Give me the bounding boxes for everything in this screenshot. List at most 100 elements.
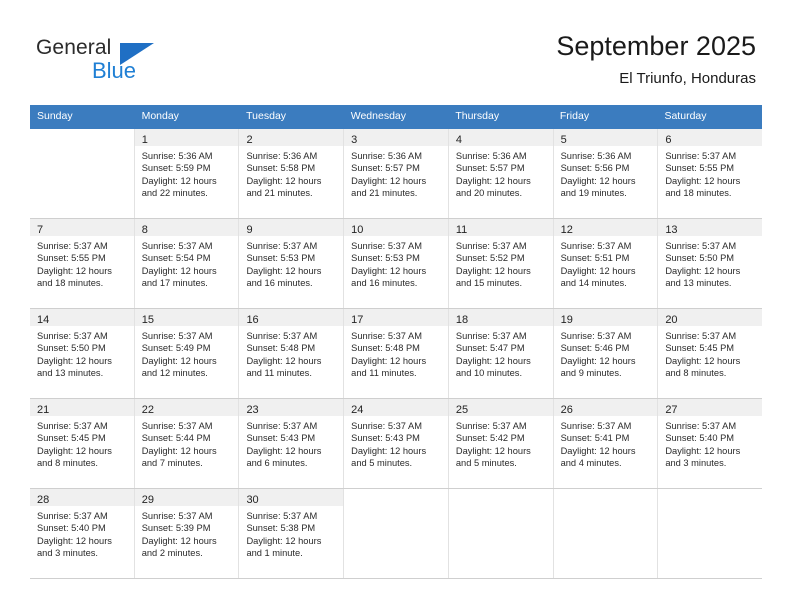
daylight-text-line2: and 16 minutes.	[351, 277, 418, 288]
day-details: Sunrise: 5:37 AM Sunset: 5:43 PM Dayligh…	[239, 416, 343, 469]
sunrise-text: Sunrise: 5:36 AM	[246, 151, 318, 161]
day-details	[554, 506, 658, 510]
day-number-band: 6	[658, 129, 763, 146]
day-cell[interactable]: 12 Sunrise: 5:37 AM Sunset: 5:51 PM Dayl…	[553, 219, 659, 308]
sunrise-text: Sunrise: 5:37 AM	[37, 331, 108, 341]
sunset-text: Sunset: 5:41 PM	[560, 433, 630, 444]
daylight-text-line2: and 3 minutes.	[37, 547, 98, 558]
day-number: 23	[246, 404, 259, 416]
day-number: 15	[141, 314, 154, 326]
day-details: Sunrise: 5:37 AM Sunset: 5:47 PM Dayligh…	[449, 326, 553, 379]
day-details: Sunrise: 5:37 AM Sunset: 5:46 PM Dayligh…	[554, 326, 658, 379]
day-cell[interactable]	[30, 129, 135, 218]
day-number: 28	[37, 494, 50, 506]
day-cell[interactable]: 19 Sunrise: 5:37 AM Sunset: 5:46 PM Dayl…	[553, 309, 659, 398]
day-cell[interactable]: 28 Sunrise: 5:37 AM Sunset: 5:40 PM Dayl…	[30, 489, 135, 578]
day-cell[interactable]: 6 Sunrise: 5:37 AM Sunset: 5:55 PM Dayli…	[658, 129, 763, 218]
day-cell[interactable]: 27 Sunrise: 5:37 AM Sunset: 5:40 PM Dayl…	[658, 399, 763, 488]
day-cell[interactable]: 16 Sunrise: 5:37 AM Sunset: 5:48 PM Dayl…	[239, 309, 345, 398]
day-number-band: 18	[448, 309, 553, 326]
day-details: Sunrise: 5:36 AM Sunset: 5:58 PM Dayligh…	[239, 146, 343, 199]
sunrise-text: Sunrise: 5:37 AM	[141, 511, 213, 521]
sunrise-text: Sunrise: 5:37 AM	[665, 241, 737, 251]
daylight-text-line2: and 5 minutes.	[351, 457, 413, 468]
sunrise-text: Sunrise: 5:37 AM	[455, 331, 527, 341]
day-number-band: 17	[344, 309, 448, 326]
daylight-text-line2: and 13 minutes.	[37, 367, 104, 378]
sunset-text: Sunset: 5:58 PM	[246, 163, 316, 174]
day-cell[interactable]: 26 Sunrise: 5:37 AM Sunset: 5:41 PM Dayl…	[553, 399, 659, 488]
daylight-text-line2: and 21 minutes.	[246, 187, 313, 198]
day-number: 30	[246, 494, 259, 506]
day-details	[344, 506, 448, 510]
sunset-text: Sunset: 5:47 PM	[455, 343, 525, 354]
day-number-band: 24	[344, 399, 448, 416]
day-cell[interactable]: 9 Sunrise: 5:37 AM Sunset: 5:53 PM Dayli…	[239, 219, 345, 308]
day-cell[interactable]: 24 Sunrise: 5:37 AM Sunset: 5:43 PM Dayl…	[344, 399, 449, 488]
day-cell[interactable]: 8 Sunrise: 5:37 AM Sunset: 5:54 PM Dayli…	[134, 219, 240, 308]
day-details	[658, 506, 762, 510]
sunset-text: Sunset: 5:48 PM	[351, 343, 420, 354]
sunset-text: Sunset: 5:53 PM	[246, 253, 316, 264]
page-subtitle-location: El Triunfo, Honduras	[619, 70, 756, 87]
day-cell[interactable]: 22 Sunrise: 5:37 AM Sunset: 5:44 PM Dayl…	[134, 399, 240, 488]
day-details: Sunrise: 5:37 AM Sunset: 5:40 PM Dayligh…	[658, 416, 762, 469]
week-row: 21 Sunrise: 5:37 AM Sunset: 5:45 PM Dayl…	[30, 399, 763, 489]
day-cell[interactable]: 25 Sunrise: 5:37 AM Sunset: 5:42 PM Dayl…	[448, 399, 554, 488]
daylight-text-line2: and 4 minutes.	[560, 457, 622, 468]
day-cell[interactable]: 5 Sunrise: 5:36 AM Sunset: 5:56 PM Dayli…	[553, 129, 659, 218]
daylight-text-line2: and 8 minutes.	[37, 457, 98, 468]
daylight-text-line2: and 16 minutes.	[246, 277, 313, 288]
day-cell[interactable]: 11 Sunrise: 5:37 AM Sunset: 5:52 PM Dayl…	[448, 219, 554, 308]
day-cell[interactable]: 21 Sunrise: 5:37 AM Sunset: 5:45 PM Dayl…	[30, 399, 135, 488]
sunset-text: Sunset: 5:45 PM	[37, 433, 106, 444]
day-cell[interactable]: 1 Sunrise: 5:36 AM Sunset: 5:59 PM Dayli…	[134, 129, 240, 218]
daylight-text-line1: Daylight: 12 hours	[560, 355, 636, 366]
day-details: Sunrise: 5:37 AM Sunset: 5:49 PM Dayligh…	[135, 326, 239, 379]
daylight-text-line1: Daylight: 12 hours	[141, 355, 217, 366]
daylight-text-line2: and 11 minutes.	[246, 367, 312, 378]
logo-text-blue: Blue	[92, 58, 137, 83]
sunset-text: Sunset: 5:52 PM	[455, 253, 525, 264]
daylight-text-line1: Daylight: 12 hours	[455, 265, 531, 276]
day-cell[interactable]: 20 Sunrise: 5:37 AM Sunset: 5:45 PM Dayl…	[658, 309, 763, 398]
day-number: 7	[37, 224, 44, 236]
general-blue-logo[interactable]: General Blue	[36, 36, 216, 88]
day-cell[interactable]: 14 Sunrise: 5:37 AM Sunset: 5:50 PM Dayl…	[30, 309, 135, 398]
day-cell[interactable]: 17 Sunrise: 5:37 AM Sunset: 5:48 PM Dayl…	[344, 309, 449, 398]
day-cell[interactable]: 13 Sunrise: 5:37 AM Sunset: 5:50 PM Dayl…	[658, 219, 763, 308]
day-details: Sunrise: 5:36 AM Sunset: 5:57 PM Dayligh…	[449, 146, 553, 199]
day-cell[interactable]: 23 Sunrise: 5:37 AM Sunset: 5:43 PM Dayl…	[239, 399, 345, 488]
day-number: 19	[560, 314, 573, 326]
day-cell[interactable]	[658, 489, 763, 578]
daylight-text-line2: and 13 minutes.	[665, 277, 732, 288]
sunrise-text: Sunrise: 5:37 AM	[37, 511, 108, 521]
sunset-text: Sunset: 5:40 PM	[37, 523, 106, 534]
day-cell[interactable]: 29 Sunrise: 5:37 AM Sunset: 5:39 PM Dayl…	[134, 489, 240, 578]
daylight-text-line2: and 11 minutes.	[351, 367, 417, 378]
day-cell[interactable]: 4 Sunrise: 5:36 AM Sunset: 5:57 PM Dayli…	[448, 129, 554, 218]
day-number: 4	[455, 134, 462, 146]
day-cell[interactable]: 10 Sunrise: 5:37 AM Sunset: 5:53 PM Dayl…	[344, 219, 449, 308]
day-cell[interactable]	[448, 489, 554, 578]
day-cell[interactable]: 18 Sunrise: 5:37 AM Sunset: 5:47 PM Dayl…	[448, 309, 554, 398]
day-number: 25	[455, 404, 469, 416]
page-title: September 2025	[556, 31, 756, 61]
day-number-band: 26	[553, 399, 658, 416]
day-cell[interactable]: 2 Sunrise: 5:36 AM Sunset: 5:58 PM Dayli…	[239, 129, 345, 218]
daylight-text-line2: and 12 minutes.	[141, 367, 208, 378]
sunrise-text: Sunrise: 5:37 AM	[37, 241, 108, 251]
day-cell[interactable]: 3 Sunrise: 5:36 AM Sunset: 5:57 PM Dayli…	[344, 129, 449, 218]
daylight-text-line1: Daylight: 12 hours	[37, 535, 112, 546]
day-number: 10	[351, 224, 364, 236]
day-cell[interactable]: 7 Sunrise: 5:37 AM Sunset: 5:55 PM Dayli…	[30, 219, 135, 308]
day-cell[interactable]: 30 Sunrise: 5:37 AM Sunset: 5:38 PM Dayl…	[239, 489, 345, 578]
day-number: 21	[37, 404, 50, 416]
sunset-text: Sunset: 5:45 PM	[665, 343, 735, 354]
day-number-band: 30	[239, 489, 344, 506]
day-number: 2	[246, 134, 253, 146]
day-number-band: 15	[134, 309, 239, 326]
day-cell[interactable]	[344, 489, 449, 578]
day-cell[interactable]: 15 Sunrise: 5:37 AM Sunset: 5:49 PM Dayl…	[134, 309, 240, 398]
day-cell[interactable]	[553, 489, 659, 578]
